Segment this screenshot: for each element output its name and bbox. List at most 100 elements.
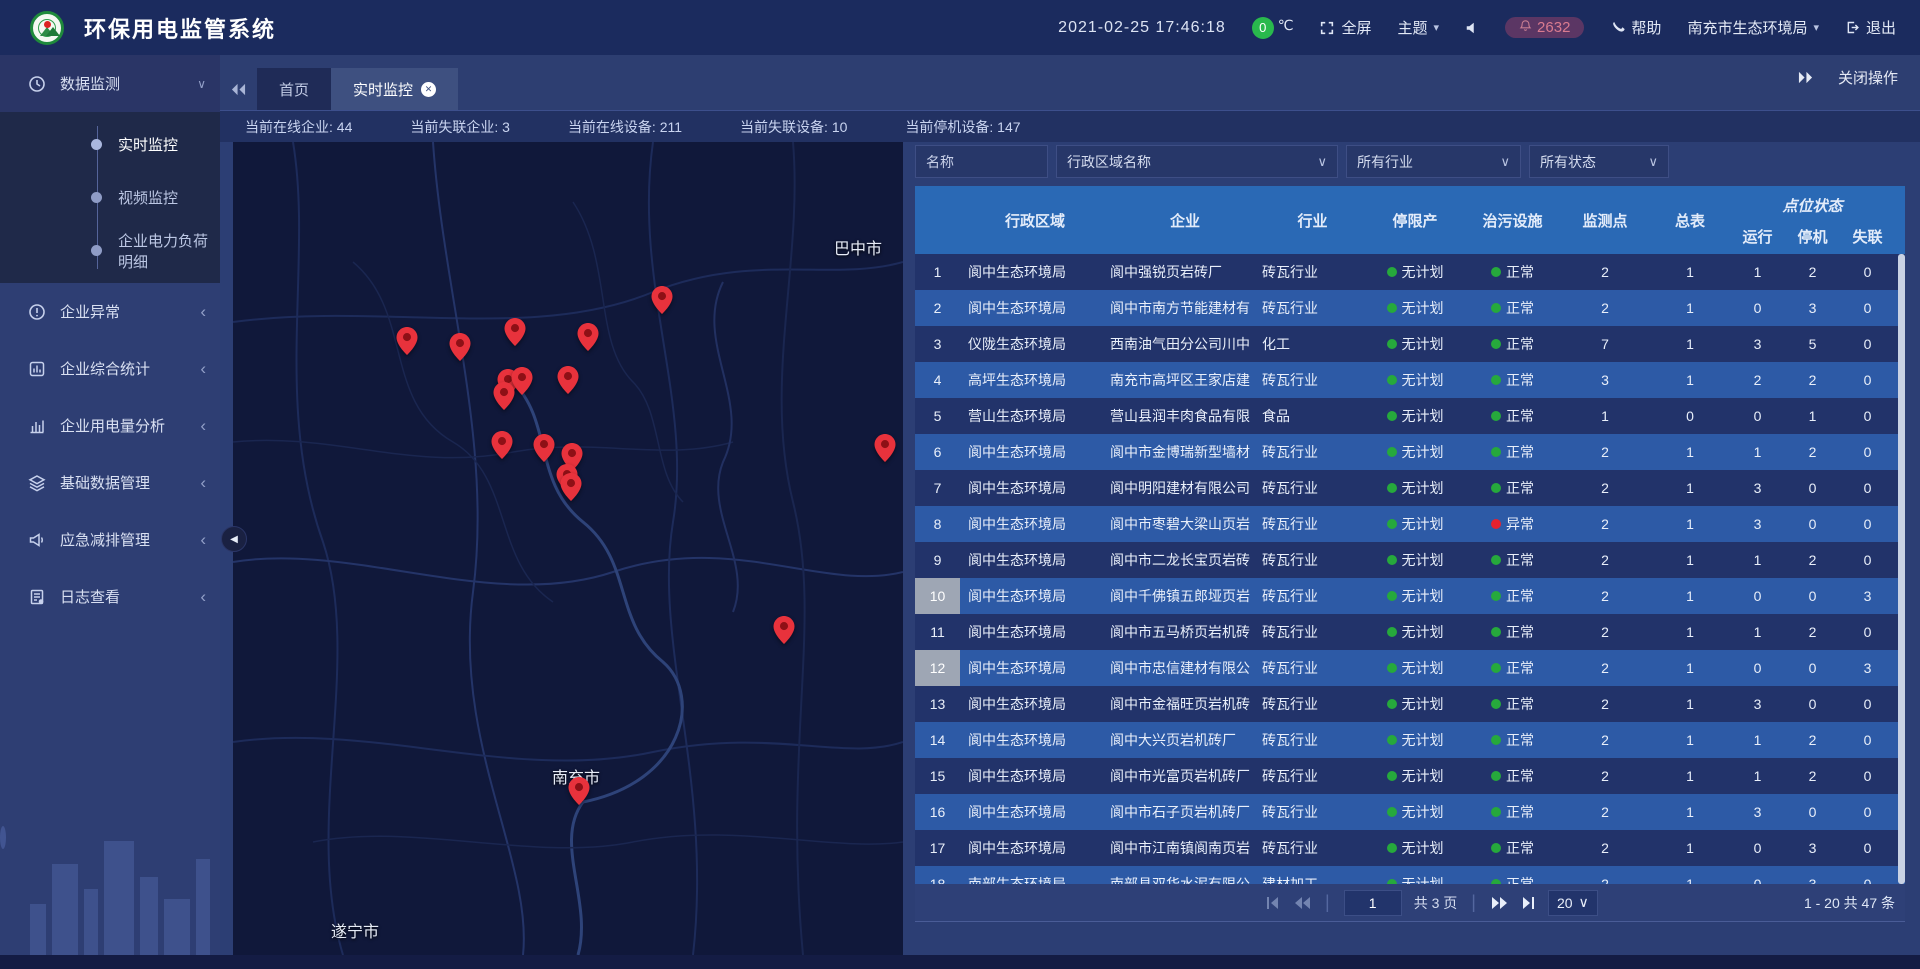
- sidebar-item-basic-data[interactable]: 基础数据管理‹: [0, 454, 220, 511]
- cell-limit-status: 无计划: [1365, 874, 1465, 884]
- industry-filter-select[interactable]: 所有行业 ∨: [1346, 145, 1521, 178]
- map-panel[interactable]: 巴中市南充市遂宁市 ◀: [233, 142, 903, 955]
- temperature-value: 0: [1252, 17, 1274, 39]
- help-button[interactable]: 帮助: [1610, 17, 1661, 38]
- status-dot-green: [1491, 303, 1501, 313]
- map-pin-icon[interactable]: [494, 382, 515, 415]
- table-row[interactable]: 1阆中生态环境局阆中强锐页岩砖厂砖瓦行业无计划正常21120: [915, 254, 1905, 290]
- chevron-down-icon: ∨: [197, 77, 206, 91]
- map-pin-icon[interactable]: [450, 333, 471, 366]
- cell-industry: 砖瓦行业: [1260, 550, 1365, 570]
- cell-points: 2: [1560, 840, 1650, 856]
- map-pin-icon[interactable]: [774, 616, 795, 649]
- cell-industry: 食品: [1260, 406, 1365, 426]
- row-index: 17: [915, 830, 960, 866]
- sidebar-item-enterprise-abnormal[interactable]: 企业异常‹: [0, 283, 220, 340]
- table-row[interactable]: 11阆中生态环境局阆中市五马桥页岩机砖砖瓦行业无计划正常21120: [915, 614, 1905, 650]
- status-dot-green: [1491, 627, 1501, 637]
- org-menu[interactable]: 南充市生态环境局▾: [1687, 17, 1819, 38]
- sidebar-item-video-monitoring[interactable]: 视频监控: [0, 171, 220, 224]
- status-dot-green: [1491, 447, 1501, 457]
- logout-button[interactable]: 退出: [1845, 17, 1896, 38]
- theme-button[interactable]: 主题▾: [1398, 17, 1440, 38]
- table-row[interactable]: 18南部生态环境局南部县双华水泥有限公建材加工无计划正常21030: [915, 866, 1905, 884]
- notification-badge[interactable]: 2632: [1505, 17, 1584, 38]
- tabs-scroll-left-button[interactable]: [220, 68, 257, 110]
- map-pin-icon[interactable]: [492, 431, 513, 464]
- sidebar-item-electricity-analysis[interactable]: 企业用电量分析‹: [0, 397, 220, 454]
- map-pin-icon[interactable]: [558, 366, 579, 399]
- sidebar-item-emergency-reduction[interactable]: 应急减排管理‹: [0, 511, 220, 568]
- map-pin-icon[interactable]: [505, 318, 526, 351]
- status-dot-green: [1491, 339, 1501, 349]
- cell-run: 3: [1730, 804, 1785, 820]
- table-row[interactable]: 8阆中生态环境局阆中市枣碧大梁山页岩砖瓦行业无计划异常21300: [915, 506, 1905, 542]
- map-pin-icon[interactable]: [875, 434, 896, 467]
- cell-company: 阆中市金博瑞新型墙材: [1110, 442, 1260, 462]
- cell-industry: 砖瓦行业: [1260, 442, 1365, 462]
- megaphone-icon: [28, 531, 48, 549]
- cell-stop: 2: [1785, 732, 1840, 748]
- map-pin-icon[interactable]: [534, 434, 555, 467]
- sidebar-item-enterprise-statistics[interactable]: 企业综合统计‹: [0, 340, 220, 397]
- cell-lost: 0: [1840, 804, 1895, 820]
- map-pin-icon[interactable]: [578, 323, 599, 356]
- col-index: [915, 186, 960, 254]
- table-row[interactable]: 5营山生态环境局营山县润丰肉食品有限食品无计划正常10010: [915, 398, 1905, 434]
- close-operations-button[interactable]: 关闭操作: [1838, 67, 1898, 88]
- chevron-down-icon: ▾: [1434, 21, 1440, 34]
- table-row[interactable]: 17阆中生态环境局阆中市江南镇阆南页岩砖瓦行业无计划正常21030: [915, 830, 1905, 866]
- map-pin-icon[interactable]: [561, 473, 582, 506]
- cell-points: 2: [1560, 624, 1650, 640]
- map-pin-icon[interactable]: [397, 327, 418, 360]
- prev-page-button[interactable]: [1293, 896, 1311, 910]
- table-row[interactable]: 2阆中生态环境局阆中市南方节能建材有砖瓦行业无计划正常21030: [915, 290, 1905, 326]
- status-dot-green: [1387, 879, 1397, 884]
- sidebar-item-data-monitoring[interactable]: 数据监测∨: [0, 55, 220, 112]
- cell-region: 阆中生态环境局: [960, 514, 1110, 534]
- page-size-select[interactable]: 20 ∨: [1548, 890, 1598, 916]
- mute-button[interactable]: [1465, 21, 1479, 35]
- sidebar-submenu: 实时监控视频监控企业电力负荷明细: [0, 112, 220, 283]
- cell-run: 1: [1730, 264, 1785, 280]
- fullscreen-button[interactable]: 全屏: [1319, 17, 1371, 38]
- table-row[interactable]: 12阆中生态环境局阆中市忠信建材有限公砖瓦行业无计划正常21003: [915, 650, 1905, 686]
- status-dot-green: [1387, 447, 1397, 457]
- name-filter-input[interactable]: [915, 145, 1048, 178]
- map-pin-icon[interactable]: [512, 367, 533, 400]
- table-row[interactable]: 16阆中生态环境局阆中市石子页岩机砖厂砖瓦行业无计划正常21300: [915, 794, 1905, 830]
- table-row[interactable]: 9阆中生态环境局阆中市二龙长宝页岩砖砖瓦行业无计划正常21120: [915, 542, 1905, 578]
- close-icon[interactable]: ✕: [421, 82, 436, 97]
- region-filter-select[interactable]: 行政区域名称 ∨: [1056, 145, 1338, 178]
- tabs-scroll-right-button[interactable]: [1787, 56, 1824, 98]
- sidebar-item-log-view[interactable]: 日志查看‹: [0, 568, 220, 625]
- table-row[interactable]: 10阆中生态环境局阆中千佛镇五郎垭页岩砖瓦行业无计划正常21003: [915, 578, 1905, 614]
- table-row[interactable]: 4高坪生态环境局南充市高坪区王家店建砖瓦行业无计划正常31220: [915, 362, 1905, 398]
- cell-lost: 0: [1840, 840, 1895, 856]
- status-filter-select[interactable]: 所有状态 ∨: [1529, 145, 1669, 178]
- table-row[interactable]: 15阆中生态环境局阆中市光富页岩机砖厂砖瓦行业无计划正常21120: [915, 758, 1905, 794]
- chevron-left-icon: ‹: [200, 416, 206, 436]
- col-lost: 失联: [1840, 218, 1895, 254]
- tab-realtime[interactable]: 实时监控✕: [331, 68, 458, 110]
- first-page-button[interactable]: [1265, 896, 1281, 910]
- cell-points: 1: [1560, 408, 1650, 424]
- page-number-input[interactable]: [1344, 890, 1402, 916]
- table-scrollbar[interactable]: [1898, 254, 1905, 884]
- cell-region: 高坪生态环境局: [960, 370, 1110, 390]
- tab-home[interactable]: 首页: [257, 68, 331, 110]
- last-page-button[interactable]: [1520, 896, 1536, 910]
- map-pin-icon[interactable]: [652, 286, 673, 319]
- table-row[interactable]: 3仪陇生态环境局西南油气田分公司川中化工无计划正常71350: [915, 326, 1905, 362]
- table-row[interactable]: 7阆中生态环境局阆中明阳建材有限公司砖瓦行业无计划正常21300: [915, 470, 1905, 506]
- next-page-button[interactable]: [1490, 896, 1508, 910]
- map-pin-icon[interactable]: [569, 777, 590, 810]
- cell-region: 阆中生态环境局: [960, 298, 1110, 318]
- map-collapse-button[interactable]: ◀: [221, 526, 247, 552]
- sidebar-item-realtime-monitoring[interactable]: 实时监控: [0, 118, 220, 171]
- cell-meters: 1: [1650, 804, 1730, 820]
- table-row[interactable]: 13阆中生态环境局阆中市金福旺页岩机砖砖瓦行业无计划正常21300: [915, 686, 1905, 722]
- table-row[interactable]: 14阆中生态环境局阆中大兴页岩机砖厂砖瓦行业无计划正常21120: [915, 722, 1905, 758]
- sidebar-item-power-load-detail[interactable]: 企业电力负荷明细: [0, 224, 220, 277]
- table-row[interactable]: 6阆中生态环境局阆中市金博瑞新型墙材砖瓦行业无计划正常21120: [915, 434, 1905, 470]
